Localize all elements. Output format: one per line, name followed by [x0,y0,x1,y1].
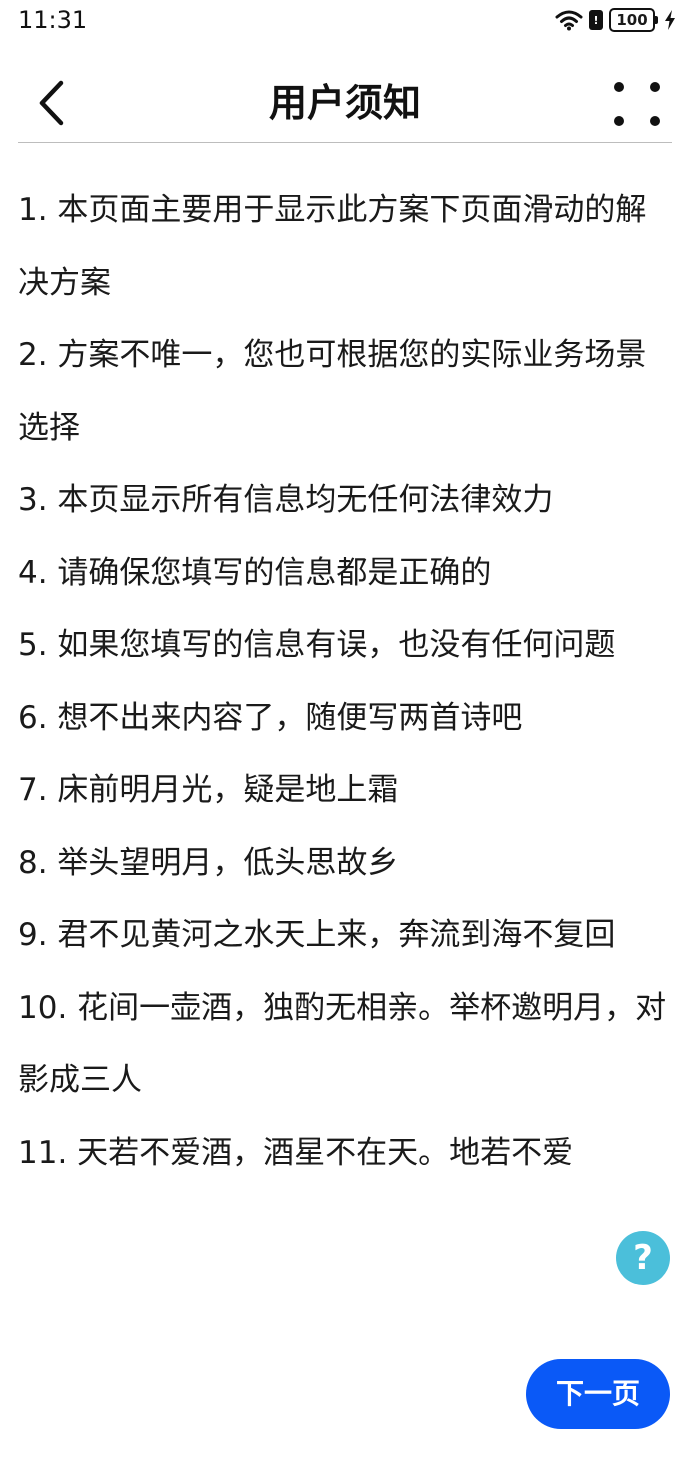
wifi-icon [555,10,583,31]
help-button[interactable]: ? [616,1231,670,1285]
notice-item: 9. 君不见黄河之水天上来，奔流到海不复回 [18,917,616,953]
notice-item: 2. 方案不唯一，您也可根据您的实际业务场景选择 [18,337,647,446]
notice-item: 10. 花间一壶酒，独酌无相亲。举杯邀明月，对影成三人 [18,989,667,1099]
notice-item: 11. 天若不爱酒，酒星不在天。地若不爱 [18,1134,574,1171]
notice-item: 7. 床前明月光，疑是地上霜 [18,772,399,808]
notice-item: 4. 请确保您填写的信息都是正确的 [18,554,492,591]
battery-level: 100 [609,8,655,32]
notice-item: 6. 想不出来内容了，随便写两首诗吧 [18,699,523,736]
status-icons: ! 100 [555,6,676,34]
notice-item: 1. 本页面主要用于显示此方案下页面滑动的解决方案 [18,192,647,301]
page-title: 用户须知 [268,81,421,125]
help-icon: ? [633,1238,653,1278]
sim-alert-icon: ! [589,10,603,30]
notice-item: 5. 如果您填写的信息有误，也没有任何问题 [18,627,616,663]
notice-list: 1. 本页面主要用于显示此方案下页面滑动的解决方案 2. 方案不唯一，您也可根据… [18,174,674,1189]
next-page-button[interactable]: 下一页 [526,1359,670,1429]
status-time: 11:31 [18,6,88,34]
battery-tip [655,16,658,24]
notice-content[interactable]: 1. 本页面主要用于显示此方案下页面滑动的解决方案 2. 方案不唯一，您也可根据… [18,174,674,1189]
charging-icon [665,10,675,30]
notice-item: 8. 举头望明月，低头思故乡 [18,844,399,881]
battery-icon: 100 [609,8,658,32]
more-button[interactable] [612,80,662,130]
status-bar: 11:31 ! 100 [0,0,698,44]
title-bar: 用户须知 [18,64,672,143]
notice-item: 3. 本页显示所有信息均无任何法律效力 [18,482,554,518]
